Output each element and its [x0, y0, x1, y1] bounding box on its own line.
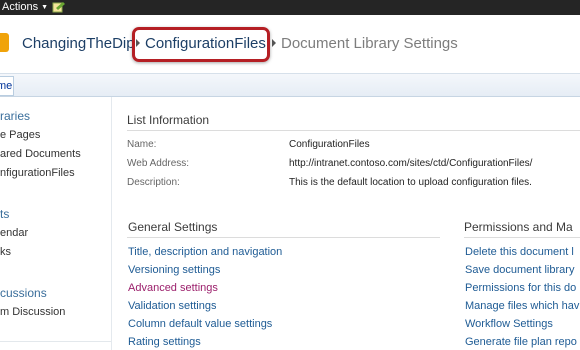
- site-logo-icon[interactable]: [0, 33, 9, 52]
- name-label: Name:: [127, 139, 157, 150]
- name-value: ConfigurationFiles: [289, 139, 370, 150]
- nav-heading-discussions[interactable]: cussions: [0, 286, 47, 300]
- column-default-value-settings-link[interactable]: Column default value settings: [128, 318, 272, 330]
- title-description-navigation-link[interactable]: Title, description and navigation: [128, 246, 282, 258]
- nav-item[interactable]: ared Documents: [0, 148, 81, 160]
- manage-checked-out-files-link[interactable]: Manage files which hav: [465, 300, 580, 312]
- highlight-annotation: [132, 27, 270, 62]
- site-actions-label: Actions: [2, 1, 39, 13]
- rating-settings-link[interactable]: Rating settings: [128, 336, 201, 348]
- advanced-settings-link[interactable]: Advanced settings: [128, 282, 218, 294]
- web-address-value: http://intranet.contoso.com/sites/ctd/Co…: [289, 158, 533, 169]
- generate-file-plan-report-link[interactable]: Generate file plan repo: [465, 336, 580, 348]
- nav-heading-libraries[interactable]: raries: [0, 109, 30, 123]
- description-label: Description:: [127, 177, 180, 188]
- nav-divider: [0, 341, 111, 342]
- versioning-settings-link[interactable]: Versioning settings: [128, 264, 220, 276]
- section-divider: [464, 237, 580, 238]
- page-title: Document Library Settings: [281, 35, 458, 52]
- nav-item[interactable]: nfigurationFiles: [0, 167, 75, 179]
- site-actions-menu[interactable]: Actions ▼: [0, 0, 48, 15]
- validation-settings-link[interactable]: Validation settings: [128, 300, 216, 312]
- page-title-area: ChangingTheDip ConfigurationFiles Docume…: [0, 15, 580, 73]
- permissions-heading: Permissions and Ma: [464, 220, 573, 234]
- nav-heading-lists[interactable]: ts: [0, 207, 9, 221]
- breadcrumb-arrow-icon: [272, 39, 276, 47]
- edit-page-icon[interactable]: [52, 1, 66, 13]
- nav-item[interactable]: endar: [0, 227, 28, 239]
- top-ribbon: Actions ▼: [0, 0, 580, 15]
- save-library-as-template-link[interactable]: Save document library: [465, 264, 580, 276]
- general-settings-heading: General Settings: [128, 220, 218, 234]
- nav-item[interactable]: ks: [0, 246, 11, 258]
- description-value: This is the default location to upload c…: [289, 177, 532, 188]
- nav-item[interactable]: e Pages: [0, 129, 40, 141]
- tab-home[interactable]: me: [0, 76, 14, 96]
- chevron-down-icon: ▼: [41, 4, 49, 11]
- workflow-settings-link[interactable]: Workflow Settings: [465, 318, 580, 330]
- section-divider: [127, 130, 580, 131]
- quick-launch: raries e Pages ared Documents nfiguratio…: [0, 97, 112, 350]
- settings-content: List Information Name: ConfigurationFile…: [113, 97, 580, 350]
- list-information-heading: List Information: [127, 113, 210, 127]
- web-address-label: Web Address:: [127, 158, 190, 169]
- permissions-link[interactable]: Permissions for this do: [465, 282, 580, 294]
- delete-library-link[interactable]: Delete this document l: [465, 246, 580, 258]
- top-nav-bar: me: [0, 73, 580, 97]
- nav-item[interactable]: m Discussion: [0, 306, 65, 318]
- section-divider: [127, 237, 440, 238]
- breadcrumb-site-link[interactable]: ChangingTheDip: [22, 35, 135, 53]
